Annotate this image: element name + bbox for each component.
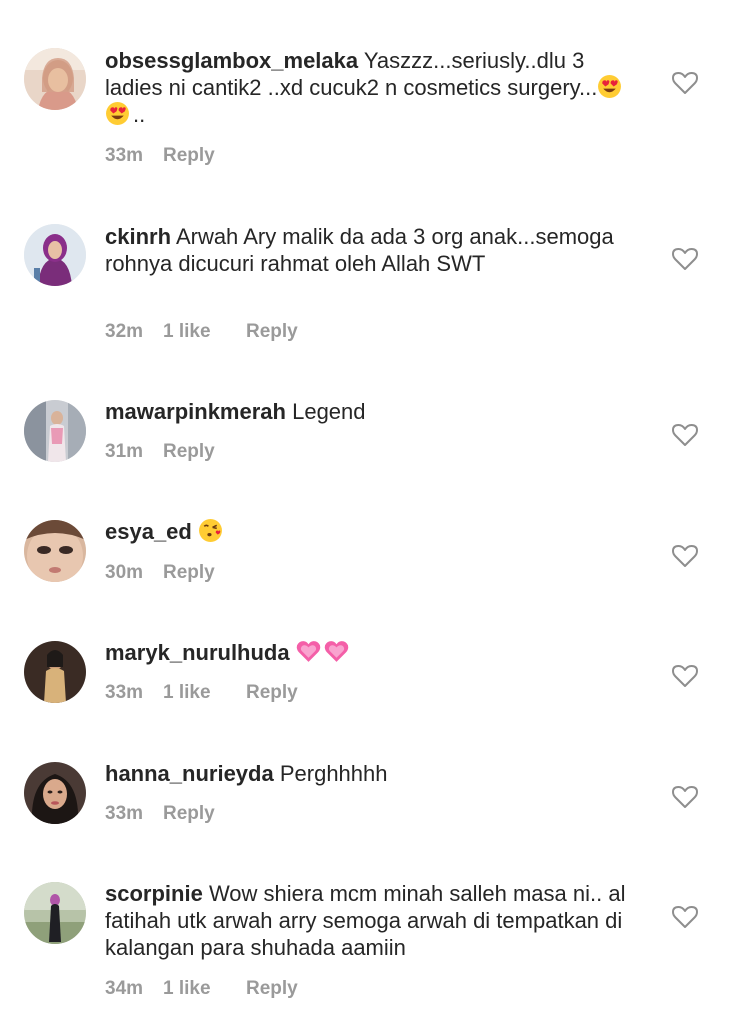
reply-button[interactable]: Reply [246, 978, 298, 1000]
comment-time[interactable]: 31m [105, 441, 163, 463]
like-heart-icon[interactable] [672, 905, 698, 929]
comment-text: Legend [292, 399, 366, 424]
pink-heart-emoji-icon [324, 639, 349, 664]
comment-text: Arwah Ary malik da ada 3 org anak...semo… [105, 224, 614, 276]
comment-meta: 33m Reply [105, 803, 215, 825]
like-heart-icon[interactable] [672, 423, 698, 447]
comment-username[interactable]: hanna_nurieyda [105, 761, 274, 786]
like-count[interactable]: 1 like [163, 682, 246, 704]
comment-time[interactable]: 33m [105, 803, 163, 825]
avatar[interactable] [24, 520, 86, 582]
comment-suffix: .. [133, 102, 146, 127]
reply-button[interactable]: Reply [163, 145, 215, 167]
comment-username[interactable]: maryk_nurulhuda [105, 640, 290, 665]
like-heart-icon[interactable] [672, 544, 698, 568]
avatar[interactable] [24, 762, 86, 824]
avatar[interactable] [24, 224, 86, 286]
like-heart-icon[interactable] [672, 71, 698, 95]
comment-time[interactable]: 32m [105, 321, 163, 343]
avatar[interactable] [24, 400, 86, 462]
comment-meta: 31m Reply [105, 441, 215, 463]
reply-button[interactable]: Reply [246, 321, 298, 343]
comment-username[interactable]: obsessglambox_melaka [105, 48, 358, 73]
heart-eyes-emoji-icon [105, 101, 130, 126]
avatar[interactable] [24, 641, 86, 703]
comment-username[interactable]: scorpinie [105, 881, 203, 906]
pink-heart-emoji-icon [296, 639, 321, 664]
kiss-emoji-icon [198, 518, 223, 543]
reply-button[interactable]: Reply [163, 441, 215, 463]
comment-meta: 32m 1 like Reply [105, 321, 298, 343]
like-count[interactable]: 1 like [163, 321, 246, 343]
reply-button[interactable]: Reply [163, 562, 215, 584]
comment-time[interactable]: 33m [105, 145, 163, 167]
comment-username[interactable]: ckinrh [105, 224, 171, 249]
comment-meta: 33m Reply [105, 145, 215, 167]
comment-time[interactable]: 30m [105, 562, 163, 584]
reply-button[interactable]: Reply [246, 682, 298, 704]
comment-meta: 30m Reply [105, 562, 215, 584]
like-heart-icon[interactable] [672, 785, 698, 809]
like-heart-icon[interactable] [672, 247, 698, 271]
comment-time[interactable]: 33m [105, 682, 163, 704]
comment-time[interactable]: 34m [105, 978, 163, 1000]
avatar[interactable] [24, 48, 86, 110]
comment-meta: 33m 1 like Reply [105, 682, 298, 704]
comment-text: Perghhhhh [279, 761, 388, 786]
avatar[interactable] [24, 882, 86, 944]
comment-username[interactable]: mawarpinkmerah [105, 399, 286, 424]
like-heart-icon[interactable] [672, 664, 698, 688]
heart-eyes-emoji-icon [597, 74, 622, 99]
like-count[interactable]: 1 like [163, 978, 246, 1000]
comment-meta: 34m 1 like Reply [105, 978, 298, 1000]
comment-username[interactable]: esya_ed [105, 519, 192, 544]
reply-button[interactable]: Reply [163, 803, 215, 825]
